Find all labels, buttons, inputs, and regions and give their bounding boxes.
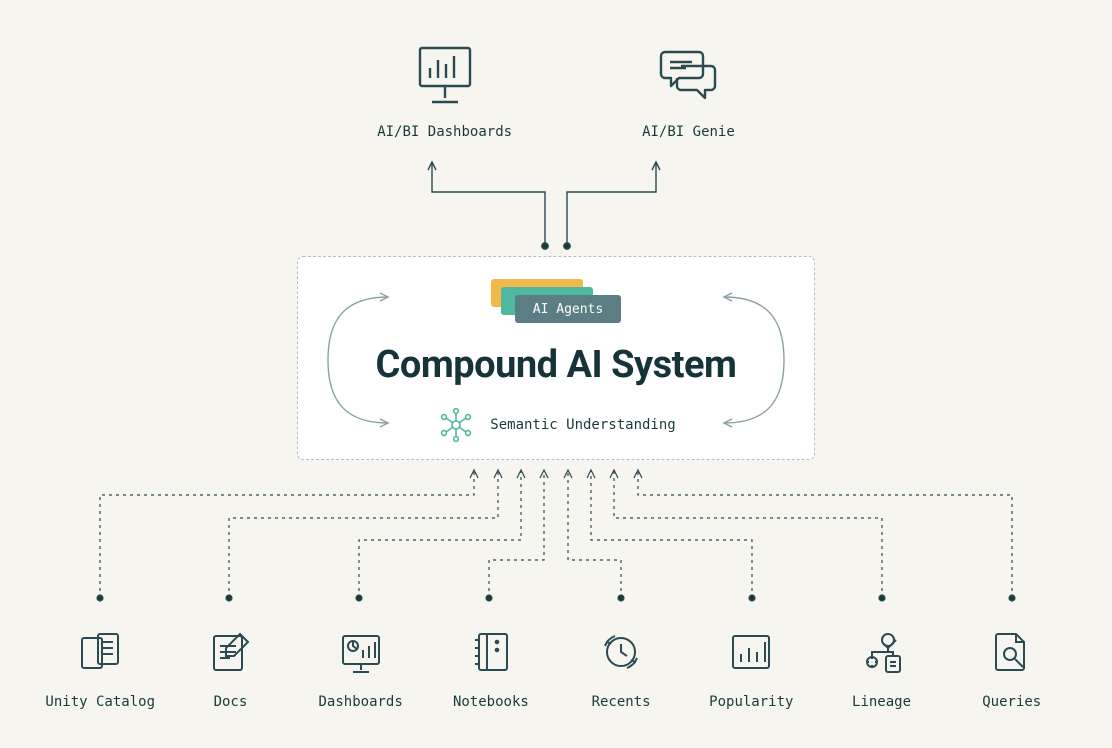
top-item-dashboards: AI/BI Dashboards (377, 40, 512, 140)
bottom-item-label: Lineage (852, 694, 911, 710)
top-consumers-row: AI/BI Dashboards AI/BI Genie (0, 40, 1112, 140)
agent-card-front: AI Agents (515, 295, 621, 323)
monitor-bars-icon (410, 40, 480, 110)
compound-system-box: AI Agents Compound AI System Semantic Un… (297, 256, 815, 460)
top-item-genie: AI/BI Genie (642, 40, 735, 140)
bottom-item-lineage: Lineage (822, 628, 942, 710)
catalog-icon (76, 628, 124, 676)
bottom-item-unity-catalog: Unity Catalog (40, 628, 160, 710)
ai-agents-stack: AI Agents (491, 279, 621, 321)
bottom-item-queries: Queries (952, 628, 1072, 710)
bottom-item-dashboards: Dashboards (301, 628, 421, 710)
recents-icon (597, 628, 645, 676)
bottom-sources-row: Unity Catalog Docs Dashboards (0, 628, 1112, 710)
lineage-icon (858, 628, 906, 676)
agents-label: AI Agents (533, 302, 603, 317)
bottom-item-label: Recents (592, 694, 651, 710)
bottom-item-label: Unity Catalog (45, 694, 155, 710)
bottom-item-label: Dashboards (319, 694, 403, 710)
bottom-item-label: Popularity (709, 694, 793, 710)
queries-icon (988, 628, 1036, 676)
docs-icon (206, 628, 254, 676)
bottom-item-label: Docs (214, 694, 248, 710)
popularity-icon (727, 628, 775, 676)
bottom-item-popularity: Popularity (691, 628, 811, 710)
bottom-item-docs: Docs (170, 628, 290, 710)
bottom-item-recents: Recents (561, 628, 681, 710)
main-title: Compound AI System (376, 343, 737, 387)
top-item-label: AI/BI Genie (642, 124, 735, 140)
neural-net-icon (436, 405, 476, 445)
bottom-item-notebooks: Notebooks (431, 628, 551, 710)
bottom-item-label: Notebooks (453, 694, 529, 710)
chat-bubbles-icon (653, 40, 723, 110)
bottom-item-label: Queries (982, 694, 1041, 710)
dashboard-icon (337, 628, 385, 676)
semantic-label: Semantic Understanding (490, 417, 675, 433)
top-item-label: AI/BI Dashboards (377, 124, 512, 140)
notebook-icon (467, 628, 515, 676)
semantic-row: Semantic Understanding (436, 405, 675, 445)
